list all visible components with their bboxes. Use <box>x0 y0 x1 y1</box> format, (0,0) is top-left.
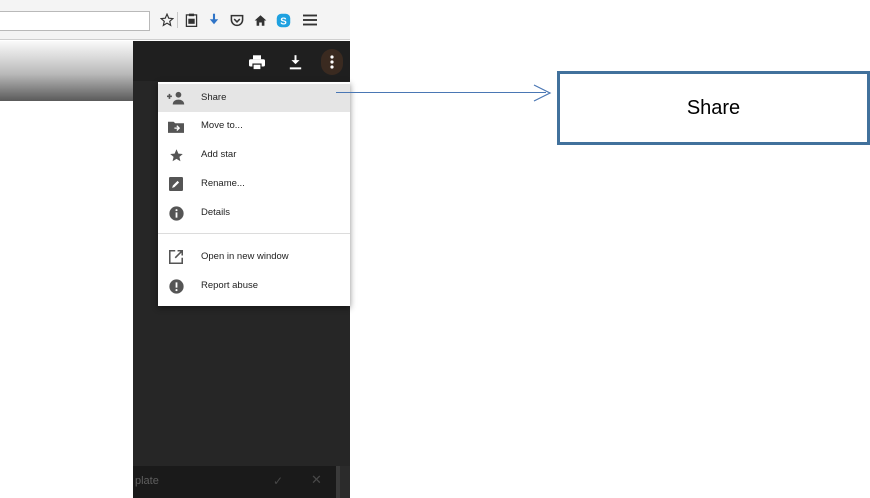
svg-text:S: S <box>280 16 287 27</box>
close-icon[interactable]: ✕ <box>311 473 322 488</box>
menu-item-share[interactable]: Share <box>158 84 350 112</box>
viewer-header <box>133 41 350 81</box>
menu-divider <box>158 233 350 234</box>
menu-item-label: Rename... <box>201 178 245 190</box>
download-icon[interactable] <box>284 51 306 73</box>
info-icon <box>167 204 185 222</box>
hamburger-menu-icon[interactable] <box>301 11 319 29</box>
file-context-menu: Share Move to... Add star Rename... Deta <box>158 82 350 306</box>
menu-item-label: Move to... <box>201 120 243 132</box>
toolbar-separator <box>177 12 178 28</box>
menu-item-add-star[interactable]: Add star <box>158 141 350 169</box>
open-new-icon <box>167 248 185 266</box>
more-vert-icon[interactable] <box>321 49 343 75</box>
browser-toolbar: S <box>0 0 350 40</box>
menu-item-report-abuse[interactable]: Report abuse <box>158 272 350 300</box>
callout-box: Share <box>557 71 870 145</box>
edit-icon <box>167 175 185 193</box>
template-bar-text: plate <box>135 475 159 487</box>
address-field[interactable] <box>0 11 150 31</box>
viewer-header-shadow <box>0 41 133 101</box>
skype-icon[interactable]: S <box>274 11 292 29</box>
menu-item-open-new-window[interactable]: Open in new window <box>158 243 350 271</box>
callout-connector-line <box>336 92 546 93</box>
menu-item-label: Report abuse <box>201 280 259 292</box>
folder-move-icon <box>167 117 185 135</box>
pocket-icon[interactable] <box>228 11 246 29</box>
download-icon[interactable] <box>205 11 223 29</box>
home-icon[interactable] <box>251 11 269 29</box>
menu-item-rename[interactable]: Rename... <box>158 170 350 198</box>
screenshot-root: S plate ✓ ✕ Share Move to... Add star Re… <box>0 0 870 498</box>
star-icon[interactable] <box>158 11 176 29</box>
viewer-left-blank <box>0 41 133 498</box>
clipboard-icon[interactable] <box>182 11 200 29</box>
print-icon[interactable] <box>246 51 268 73</box>
arrow-right-icon <box>532 84 552 102</box>
menu-item-label: Open in new window <box>201 251 289 263</box>
menu-item-label: Share <box>201 92 227 104</box>
menu-item-label: Details <box>201 207 231 219</box>
menu-item-move-to[interactable]: Move to... <box>158 112 350 140</box>
check-icon[interactable]: ✓ <box>273 474 283 488</box>
menu-item-details[interactable]: Details <box>158 199 350 227</box>
callout-label: Share <box>686 96 741 119</box>
report-icon <box>167 277 185 295</box>
star-icon <box>167 146 185 164</box>
menu-item-label: Add star <box>201 149 237 161</box>
template-bar: plate ✓ ✕ <box>133 466 340 498</box>
add-person-icon <box>167 89 185 107</box>
